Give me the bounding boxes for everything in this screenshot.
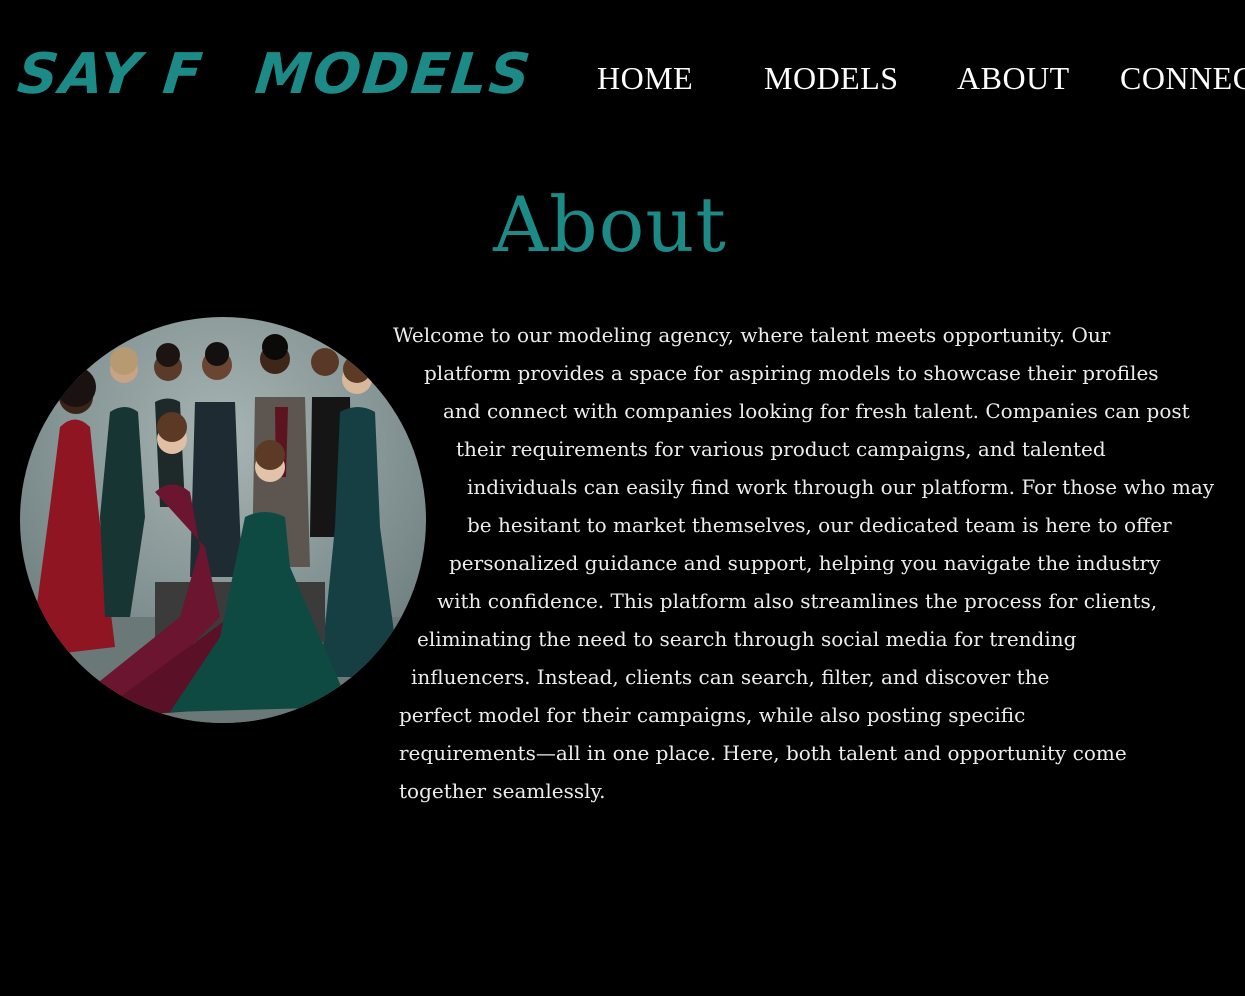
top-navigation-bar: SAY F MODELS HOME MODELS ABOUT CONNEC [0, 0, 1245, 150]
brand-logo-gap [203, 70, 256, 80]
about-text-line: and connect with companies looking for f… [443, 399, 1190, 423]
nav-link-home[interactable]: HOME [597, 60, 693, 97]
nav-link-about[interactable]: ABOUT [957, 60, 1070, 97]
about-text-line: requirements—all in one place. Here, bot… [399, 741, 1127, 765]
models-group-photo [20, 317, 426, 723]
about-text-line: eliminating the need to search through s… [417, 627, 1077, 651]
brand-logo-text-start: SAY F [14, 42, 207, 107]
nav-link-connect[interactable]: CONNEC [1120, 60, 1245, 97]
about-text-line: perfect model for their campaigns, while… [399, 703, 1026, 727]
about-text-line: their requirements for various product c… [456, 437, 1106, 461]
about-text-line: Welcome to our modeling agency, where ta… [393, 323, 1111, 347]
nav-link-models[interactable]: MODELS [764, 60, 899, 97]
about-text-line: personalized guidance and support, helpi… [449, 551, 1161, 575]
about-text-line: together seamlessly. [399, 779, 606, 803]
brand-logo[interactable]: SAY F MODELS [15, 42, 535, 107]
about-text-line: influencers. Instead, clients can search… [411, 665, 1050, 689]
about-text-line: individuals can easily find work through… [467, 475, 1215, 499]
about-text-line: be hesitant to market themselves, our de… [467, 513, 1172, 537]
about-text-line: platform provides a space for aspiring m… [424, 361, 1159, 385]
brand-logo-text-end: MODELS [252, 42, 536, 107]
page-title: About [493, 180, 727, 269]
about-text-line: with confidence. This platform also stre… [437, 589, 1158, 613]
models-group-illustration [20, 334, 426, 723]
about-description: Welcome to our modeling agency, where ta… [390, 316, 1240, 810]
